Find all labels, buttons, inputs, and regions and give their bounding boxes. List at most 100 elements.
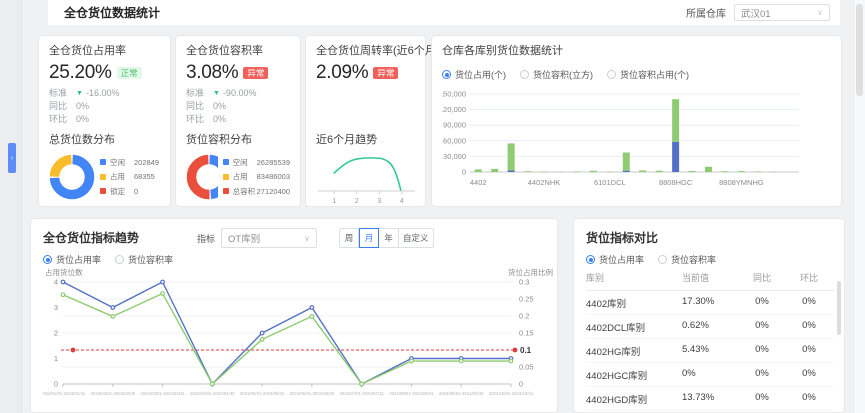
legend-swatch (100, 159, 106, 165)
radio-货位容积(立方)[interactable]: 货位容积(立方) (520, 68, 593, 81)
indicator-trend-chart: 00.050.150.20.250.301234占用货位数货位占用比例2024/… (43, 267, 555, 413)
indicator-select-value: OT库别 (228, 231, 260, 245)
period-button-自定义[interactable]: 自定义 (399, 228, 434, 248)
period-button-group: 周月年自定义 (339, 228, 434, 248)
trend-controls: 指标 OT库别 ∨ 周月年自定义 (197, 228, 434, 248)
chart-legend: 空闲26285539占用83486003总容积27120400 (223, 153, 290, 200)
warehouse-select[interactable]: 武汉01 ∨ (734, 4, 830, 21)
svg-text:150,000: 150,000 (442, 90, 466, 99)
card-occupancy-rate: 全仓货位占用率 25.20% 正常 标准▼-16.00%同比0%环比0% 总货位… (38, 35, 171, 207)
radio-label: 货位容积率 (671, 253, 716, 266)
table-column-header: 库别 (586, 271, 682, 284)
metric-value: 0% (213, 115, 226, 124)
svg-text:2024/03/01-2024/03/31: 2024/03/01-2024/03/31 (140, 391, 185, 396)
radio-货位占用(个)[interactable]: 货位占用(个) (442, 68, 506, 81)
kpi-row: 2.09% 异常 (316, 62, 415, 84)
table-body: 4402库别17.30%0%0%4402DCL库别0.62%0%0%4402HG… (586, 291, 834, 413)
slot-volume-donut-chart (186, 154, 218, 200)
svg-text:2024/08/01-2024/08/31: 2024/08/01-2024/08/31 (389, 391, 434, 396)
table-cell: 0% (784, 344, 834, 358)
table-cell: 0% (740, 392, 784, 406)
svg-text:3: 3 (377, 198, 381, 205)
svg-text:0: 0 (54, 380, 58, 389)
radio-dot (607, 70, 616, 79)
metric-row: 标准▼-90.00% (186, 89, 290, 98)
period-button-年[interactable]: 年 (379, 228, 399, 248)
radio-货位占用率[interactable]: 货位占用率 (586, 253, 644, 266)
radio-dot (43, 255, 52, 264)
metric-value: 0% (76, 115, 89, 124)
distribution-title: 总货位数分布 (49, 134, 160, 147)
table-header: 库别当前值同比环比 (586, 269, 834, 291)
kpi-row: 25.20% 正常 (49, 62, 160, 84)
legend-label: 占用 (110, 171, 134, 182)
table-cell: 0% (740, 344, 784, 358)
legend-value: 83486003 (257, 172, 290, 181)
indicator-select-label: 指标 (197, 232, 215, 245)
radio-label: 货位占用率 (599, 253, 644, 266)
sidebar-collapse-handle[interactable]: ‹ (8, 143, 16, 173)
table-row: 4402HG库别5.43%0%0% (586, 339, 834, 363)
svg-text:0.3: 0.3 (519, 278, 529, 287)
metric-row: 同比0% (49, 102, 160, 111)
volume-value: 3.08% (186, 62, 238, 84)
status-badge: 异常 (373, 67, 398, 79)
table-cell: 0% (784, 296, 834, 310)
legend-swatch (223, 174, 229, 180)
legend-value: 202849 (134, 158, 159, 167)
metric-value: 0% (76, 102, 89, 111)
table-cell: 0% (784, 392, 834, 406)
turnover-value: 2.09% (316, 62, 368, 84)
distribution-section: 总货位数分布 空闲202849占用68355锁定0 (49, 134, 160, 200)
radio-label: 货位容积占用(个) (620, 68, 689, 81)
svg-text:8808HGC: 8808HGC (659, 178, 693, 187)
legend-label: 空闲 (233, 157, 257, 168)
radio-dot (115, 255, 124, 264)
radio-label: 货位占用(个) (455, 68, 506, 81)
radio-货位容积率[interactable]: 货位容积率 (658, 253, 716, 266)
table-cell: 0% (740, 296, 784, 310)
table-cell: 4402HGD库别 (586, 392, 682, 406)
svg-text:2: 2 (54, 329, 58, 338)
table-cell: 0% (784, 368, 834, 382)
svg-text:货位占用比例: 货位占用比例 (508, 267, 553, 277)
period-button-月[interactable]: 月 (359, 228, 379, 248)
legend-label: 锁定 (110, 186, 134, 197)
occupancy-value: 25.20% (49, 62, 112, 84)
svg-text:4: 4 (400, 198, 404, 205)
table-cell: 4402HG库别 (586, 344, 682, 358)
legend-swatch (100, 188, 106, 194)
radio-货位占用率[interactable]: 货位占用率 (43, 253, 101, 266)
radio-货位容积率[interactable]: 货位容积率 (115, 253, 173, 266)
radio-dot (586, 255, 595, 264)
svg-text:2024/05/01-2024/05/31: 2024/05/01-2024/05/31 (240, 391, 285, 396)
page-scrollbar (853, 0, 865, 413)
table-column-header: 当前值 (682, 271, 740, 284)
header-right: 所属仓库 武汉01 ∨ (686, 4, 830, 21)
svg-text:2024/06/01-2024/06/30: 2024/06/01-2024/06/30 (290, 391, 335, 396)
radio-label: 货位占用率 (56, 253, 101, 266)
table-row: 4402库别17.30%0%0% (586, 291, 834, 315)
svg-text:0.15: 0.15 (519, 329, 534, 338)
svg-text:0.2: 0.2 (519, 312, 529, 321)
mini-trend-title: 近6个月趋势 (316, 134, 415, 147)
metric-label: 环比 (49, 115, 76, 124)
legend-label: 空闲 (110, 157, 134, 168)
indicator-select[interactable]: OT库别 ∨ (221, 228, 317, 248)
svg-text:0: 0 (519, 380, 523, 389)
svg-text:2: 2 (355, 198, 359, 205)
radio-label: 货位容积率 (128, 253, 173, 266)
svg-text:1: 1 (332, 198, 336, 205)
metric-label: 环比 (186, 115, 213, 124)
page-scrollbar-thumb[interactable] (856, 4, 863, 96)
legend-value: 0 (134, 187, 138, 196)
metric-rows: 标准▼-16.00%同比0%环比0% (49, 89, 160, 124)
metric-label: 同比 (186, 102, 213, 111)
legend-swatch (100, 174, 106, 180)
card-title: 全仓货位容积率 (186, 45, 290, 58)
table-row: 4402HGC库别0%0%0% (586, 363, 834, 387)
table-cell: 0% (682, 368, 740, 382)
radio-货位容积占用(个)[interactable]: 货位容积占用(个) (607, 68, 689, 81)
period-button-周[interactable]: 周 (339, 228, 359, 248)
table-scrollbar-thumb[interactable] (837, 281, 841, 335)
